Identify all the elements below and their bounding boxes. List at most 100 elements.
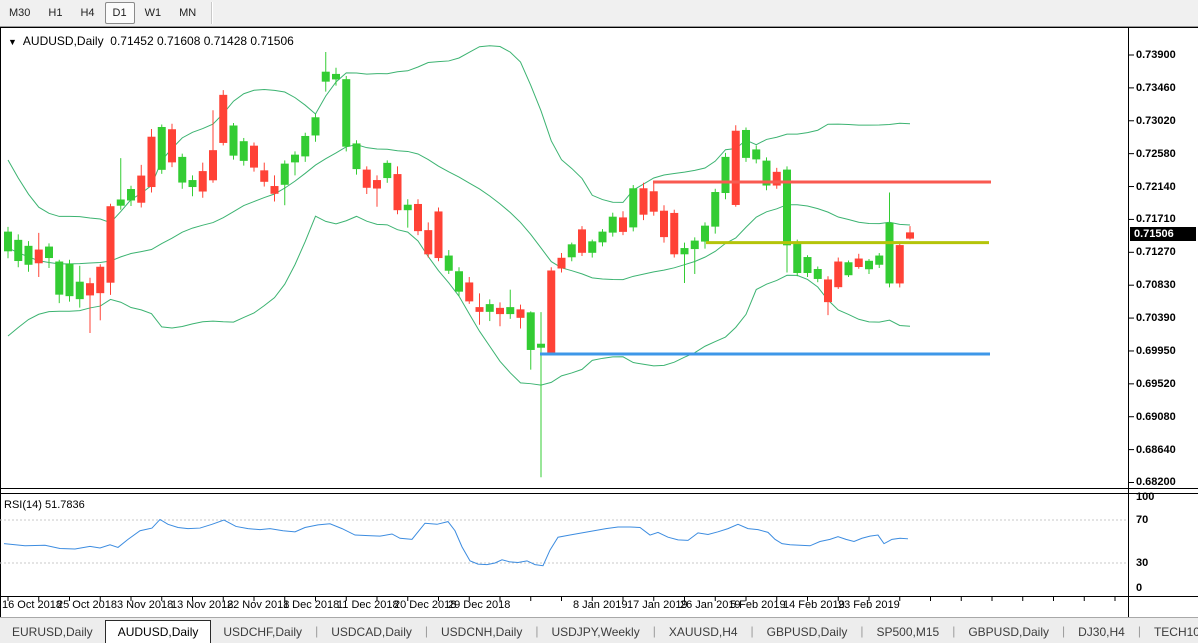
candle-body bbox=[865, 260, 873, 270]
date-axis-label: 22 Nov 2018 bbox=[227, 599, 290, 611]
candle-body bbox=[239, 141, 248, 161]
rsi-axis-label: 0 bbox=[1136, 582, 1143, 594]
candle-body bbox=[342, 79, 351, 147]
candle-body bbox=[219, 94, 228, 143]
current-price-tag: 0.71506 bbox=[1130, 226, 1196, 241]
candle-body bbox=[578, 229, 586, 253]
tab-gbpusd-daily[interactable]: GBPUSD,Daily bbox=[755, 622, 860, 643]
tab-tech100-h[interactable]: TECH100,H bbox=[1142, 622, 1198, 643]
candlestick-chart[interactable] bbox=[0, 27, 1198, 617]
candle-body bbox=[526, 312, 535, 350]
tab-eurusd-daily[interactable]: EURUSD,Daily bbox=[0, 622, 105, 643]
price-axis-label: 0.73460 bbox=[1136, 81, 1176, 94]
tab-gbpusd-daily[interactable]: GBPUSD,Daily bbox=[956, 622, 1061, 643]
candle-body bbox=[485, 304, 494, 312]
candle-body bbox=[475, 307, 484, 312]
candle-body bbox=[147, 136, 156, 188]
tab-usdchf-daily[interactable]: USDCHF,Daily bbox=[211, 622, 314, 643]
candle-body bbox=[280, 163, 289, 185]
candle-body bbox=[393, 174, 402, 211]
price-axis-label: 0.69950 bbox=[1136, 344, 1176, 357]
date-axis-label: 11 Dec 2018 bbox=[337, 599, 399, 611]
candle-body bbox=[875, 255, 884, 265]
candle-body bbox=[96, 266, 105, 294]
tab-xauusd-h4[interactable]: XAUUSD,H4 bbox=[657, 622, 750, 643]
candle-body bbox=[629, 188, 638, 228]
symbol-tab-bar: EURUSD,Daily AUDUSD,Daily USDCHF,Daily | USD… bbox=[0, 617, 1198, 643]
candle-body bbox=[496, 307, 504, 315]
chart-ohlc-values: 0.71452 0.71608 0.71428 0.71506 bbox=[110, 34, 294, 48]
date-axis-label: 29 Dec 2018 bbox=[448, 599, 511, 611]
candle-body bbox=[455, 271, 463, 292]
date-axis-label: 1 Dec 2018 bbox=[283, 599, 340, 611]
tab-usdcnh-daily[interactable]: USDCNH,Daily bbox=[429, 622, 534, 643]
date-axis-label: 3 Nov 2018 bbox=[117, 599, 174, 611]
candle-body bbox=[506, 307, 515, 315]
candle-body bbox=[424, 230, 433, 255]
candle-body bbox=[4, 231, 12, 252]
chart-symbol: AUDUSD,Daily bbox=[22, 34, 104, 48]
candle-body bbox=[178, 156, 187, 183]
price-axis-label: 0.69080 bbox=[1136, 410, 1176, 423]
candle-body bbox=[86, 283, 94, 296]
candle-body bbox=[516, 309, 525, 318]
timeframe-button-d1[interactable]: D1 bbox=[104, 2, 135, 24]
tab-dj30-h4[interactable]: DJ30,H4 bbox=[1066, 622, 1137, 643]
candle-body bbox=[106, 206, 115, 283]
candle-body bbox=[14, 239, 23, 262]
candle-body bbox=[649, 191, 658, 212]
price-axis-label: 0.73900 bbox=[1136, 49, 1176, 61]
timeframe-button-w1[interactable]: W1 bbox=[137, 2, 170, 24]
chart-area[interactable]: ▼ AUDUSD,Daily 0.71452 0.71608 0.71428 0.… bbox=[0, 27, 1198, 617]
candle-body bbox=[75, 281, 84, 300]
candle-body bbox=[260, 170, 269, 182]
price-axis-label: 0.72580 bbox=[1136, 147, 1176, 160]
candle-body bbox=[116, 199, 125, 206]
candle-body bbox=[608, 216, 617, 233]
candle-body bbox=[168, 129, 176, 163]
candle-body bbox=[588, 241, 597, 253]
candle-body bbox=[557, 257, 566, 269]
candle-body bbox=[731, 130, 740, 205]
date-axis-label: 17 Jan 2019 bbox=[627, 599, 688, 611]
candle-body bbox=[403, 204, 412, 211]
price-axis-label: 0.70390 bbox=[1136, 312, 1176, 325]
candle-body bbox=[301, 135, 310, 157]
tab-audusd-daily[interactable]: AUDUSD,Daily bbox=[104, 620, 212, 643]
price-axis-label: 0.69520 bbox=[1136, 377, 1176, 390]
candle-body bbox=[742, 129, 750, 158]
candle-body bbox=[291, 154, 299, 163]
timeframe-button-m30[interactable]: M30 bbox=[1, 2, 38, 24]
timeframe-toolbar: M30 H1 H4 D1 W1 MN bbox=[0, 0, 1198, 27]
price-axis-label: 0.71710 bbox=[1136, 213, 1176, 226]
candle-body bbox=[895, 245, 904, 284]
price-axis-label: 0.73020 bbox=[1136, 114, 1176, 127]
candle-body bbox=[383, 162, 392, 179]
candle-body bbox=[270, 186, 279, 194]
chart-background bbox=[0, 27, 1198, 617]
candle-body bbox=[198, 171, 207, 192]
tab-sp500-m15[interactable]: SP500,M15 bbox=[864, 622, 951, 643]
rsi-axis-label: 70 bbox=[1136, 514, 1149, 526]
candle-body bbox=[906, 232, 914, 239]
timeframe-button-h4[interactable]: H4 bbox=[72, 2, 102, 24]
candle-body bbox=[45, 246, 53, 259]
candle-body bbox=[598, 231, 607, 243]
candle-body bbox=[434, 211, 443, 259]
collapse-triangle-icon[interactable]: ▼ bbox=[8, 37, 17, 47]
tab-usdcad-daily[interactable]: USDCAD,Daily bbox=[319, 622, 424, 643]
date-axis-label: 13 Nov 2018 bbox=[171, 599, 234, 611]
date-axis-label: 8 Jan 2019 bbox=[573, 599, 628, 611]
candle-body bbox=[352, 143, 361, 170]
timeframe-button-h1[interactable]: H1 bbox=[40, 2, 70, 24]
rsi-indicator-label: RSI(14) 51.7836 bbox=[4, 499, 85, 511]
candle-body bbox=[65, 263, 74, 297]
candle-body bbox=[721, 156, 730, 194]
rsi-axis-label: 100 bbox=[1136, 491, 1155, 503]
timeframe-button-mn[interactable]: MN bbox=[171, 2, 204, 24]
tab-usdjpy-weekly[interactable]: USDJPY,Weekly bbox=[539, 622, 651, 643]
price-axis-label: 0.70830 bbox=[1136, 279, 1176, 292]
candle-body bbox=[803, 257, 812, 273]
candle-body bbox=[854, 258, 863, 268]
candle-body bbox=[793, 242, 802, 273]
